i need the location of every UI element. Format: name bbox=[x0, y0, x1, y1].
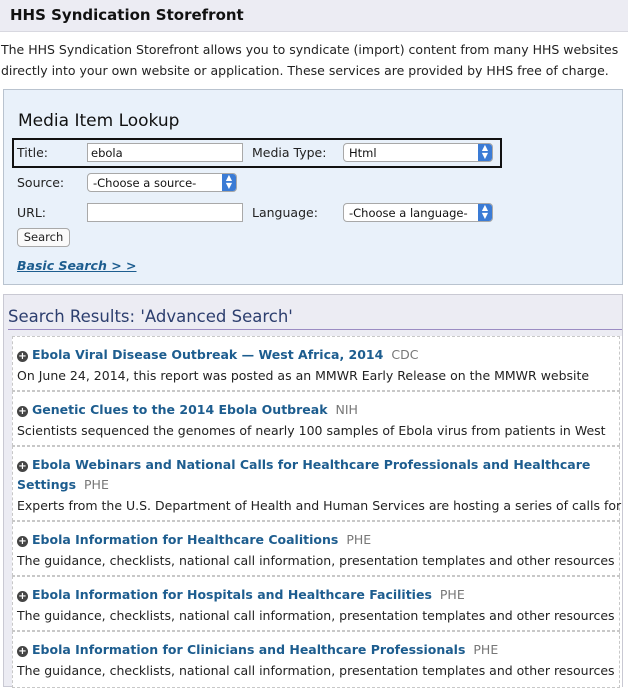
result-source: PHE bbox=[439, 587, 465, 602]
language-select[interactable]: -Choose a language- ▲ ▼ bbox=[343, 203, 493, 222]
header-bar: HHS Syndication Storefront bbox=[0, 0, 628, 32]
result-title-link[interactable]: Ebola Information for Hospitals and Heal… bbox=[32, 587, 432, 602]
media-type-label: Media Type: bbox=[252, 145, 327, 160]
title-input[interactable] bbox=[87, 143, 243, 162]
title-label: Title: bbox=[17, 145, 48, 160]
list-item: + Ebola Information for Clinicians and He… bbox=[12, 631, 620, 688]
list-item: + Ebola Viral Disease Outbreak — West Afr… bbox=[12, 336, 620, 391]
result-source: NIH bbox=[335, 402, 358, 417]
intro-text: The HHS Syndication Storefront allows yo… bbox=[1, 42, 619, 78]
select-arrows-icon: ▲ ▼ bbox=[478, 144, 492, 161]
result-description: Experts from the U.S. Department of Heal… bbox=[17, 498, 622, 513]
result-description: The guidance, checklists, national call … bbox=[17, 663, 615, 678]
url-label: URL: bbox=[17, 205, 47, 220]
expand-plus-icon[interactable]: + bbox=[17, 406, 28, 417]
select-arrows-icon: ▲ ▼ bbox=[478, 204, 492, 221]
source-label: Source: bbox=[17, 175, 65, 190]
result-source: PHE bbox=[346, 532, 372, 547]
expand-plus-icon[interactable]: + bbox=[17, 536, 28, 547]
expand-plus-icon[interactable]: + bbox=[17, 351, 28, 362]
language-label: Language: bbox=[252, 205, 318, 220]
result-source: PHE bbox=[473, 642, 499, 657]
divider bbox=[8, 329, 622, 330]
search-results-panel: Search Results: 'Advanced Search' + Ebola… bbox=[3, 294, 623, 688]
source-select[interactable]: -Choose a source- ▲ ▼ bbox=[87, 173, 237, 192]
select-arrows-icon: ▲ ▼ bbox=[222, 174, 236, 191]
list-item: + Genetic Clues to the 2014 Ebola Outbrea… bbox=[12, 391, 620, 446]
result-source: PHE bbox=[84, 477, 109, 492]
results-heading: Search Results: 'Advanced Search' bbox=[8, 307, 293, 326]
media-type-select[interactable]: Html ▲ ▼ bbox=[343, 143, 493, 162]
source-value: -Choose a source- bbox=[93, 176, 197, 190]
result-description: On June 24, 2014, this report was posted… bbox=[17, 368, 590, 383]
expand-plus-icon[interactable]: + bbox=[17, 646, 28, 657]
list-item: + Ebola Information for Hospitals and Hea… bbox=[12, 576, 620, 631]
result-title-link[interactable]: Ebola Viral Disease Outbreak — West Afri… bbox=[32, 347, 383, 362]
result-description: The guidance, checklists, national call … bbox=[17, 608, 615, 623]
language-value: -Choose a language- bbox=[349, 206, 468, 220]
result-title-link[interactable]: Ebola Webinars and National Calls for He… bbox=[32, 457, 590, 472]
result-title-link[interactable]: Ebola Information for Healthcare Coaliti… bbox=[32, 532, 338, 547]
lookup-title: Media Item Lookup bbox=[18, 111, 180, 131]
expand-plus-icon[interactable]: + bbox=[17, 591, 28, 602]
search-button[interactable]: Search bbox=[17, 228, 70, 247]
result-description: The guidance, checklists, national call … bbox=[17, 553, 615, 568]
result-source: CDC bbox=[391, 347, 419, 362]
list-item: + Ebola Webinars and National Calls for H… bbox=[12, 446, 622, 521]
basic-search-link[interactable]: Basic Search > > bbox=[17, 258, 137, 273]
expand-plus-icon[interactable]: + bbox=[17, 461, 28, 472]
url-input[interactable] bbox=[87, 203, 243, 222]
page-title: HHS Syndication Storefront bbox=[10, 6, 244, 24]
result-title-link[interactable]: Ebola Information for Clinicians and Hea… bbox=[32, 642, 465, 657]
results-list: + Ebola Viral Disease Outbreak — West Afr… bbox=[12, 336, 622, 688]
media-item-lookup-panel: Media Item Lookup Title: Media Type: Htm… bbox=[3, 89, 623, 285]
list-item: + Ebola Information for Healthcare Coalit… bbox=[12, 521, 620, 576]
result-description: Scientists sequenced the genomes of near… bbox=[17, 423, 606, 438]
result-title-link-line2[interactable]: Settings bbox=[17, 477, 76, 492]
result-title-link[interactable]: Genetic Clues to the 2014 Ebola Outbreak bbox=[32, 402, 328, 417]
media-type-value: Html bbox=[349, 146, 377, 160]
